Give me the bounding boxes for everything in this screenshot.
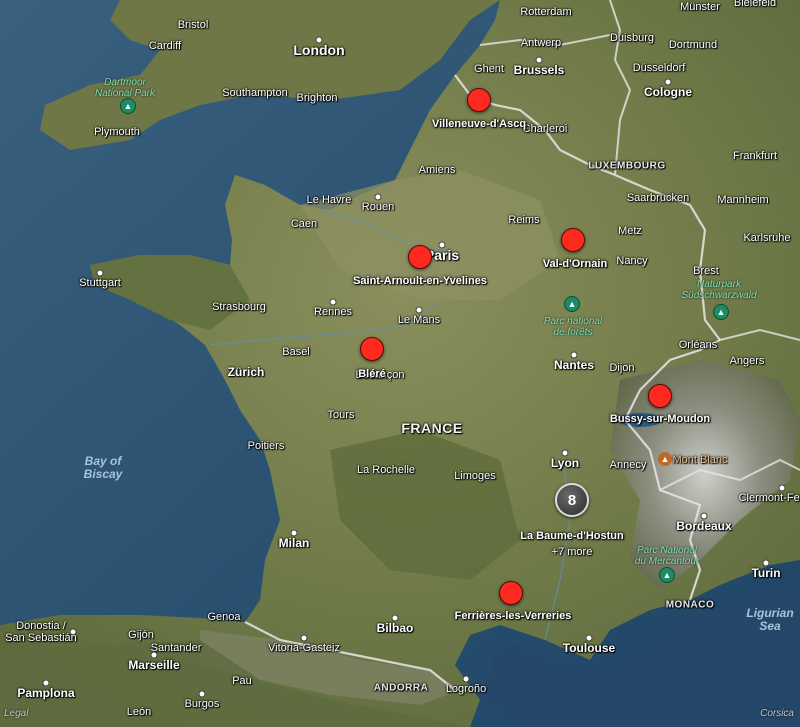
mountain-icon[interactable]: ▲ [658, 452, 672, 466]
map-view[interactable]: Rotterdam Münster Bielefeld Bristol Cardiff L… [0, 0, 800, 727]
location-marker-val-d-ornain[interactable] [561, 228, 585, 252]
city-dot-le-mans [415, 306, 423, 314]
city-dot-marseille [150, 651, 158, 659]
tree-icon[interactable]: ▲ [120, 98, 136, 114]
city-dot-rennes [329, 298, 337, 306]
city-dot-nantes [570, 351, 578, 359]
city-dot-bilbao [391, 614, 399, 622]
location-marker-saint-arnoult-en-yvelines[interactable] [408, 245, 432, 269]
city-dot-milan [290, 529, 298, 537]
city-dot-pamplona [42, 679, 50, 687]
city-dot-london [315, 36, 323, 44]
location-marker-villeneuve-d-ascq[interactable] [467, 88, 491, 112]
city-dot-toulouse [585, 634, 593, 642]
location-marker-bussy-sur-moudon[interactable] [648, 384, 672, 408]
legal-link[interactable]: Legal [4, 708, 28, 719]
tree-icon[interactable]: ▲ [564, 296, 580, 312]
city-dot-logrono [462, 675, 470, 683]
tree-icon[interactable]: ▲ [659, 567, 675, 583]
city-dot-bordeaux [700, 512, 708, 520]
city-dot-turin [762, 559, 770, 567]
city-dot-rouen [374, 193, 382, 201]
city-dot-brussels [535, 56, 543, 64]
location-marker-blere[interactable] [360, 337, 384, 361]
location-marker-ferrieres-les-verreries[interactable] [499, 581, 523, 605]
city-dot-paris [438, 241, 446, 249]
city-dot-stuttgart [96, 269, 104, 277]
city-dot-burgos [198, 690, 206, 698]
city-dot-lyon [561, 449, 569, 457]
cluster-count: 8 [567, 491, 577, 509]
city-dot-cologne [664, 78, 672, 86]
corsica-label: Corsica [760, 708, 794, 719]
cluster-marker[interactable]: 8 [555, 483, 589, 517]
city-dot-donostia-san-sebastian [69, 628, 77, 636]
tree-icon[interactable]: ▲ [713, 304, 729, 320]
city-dot-clermont-ferrand [778, 484, 786, 492]
city-dot-vitoria-gasteiz [300, 634, 308, 642]
